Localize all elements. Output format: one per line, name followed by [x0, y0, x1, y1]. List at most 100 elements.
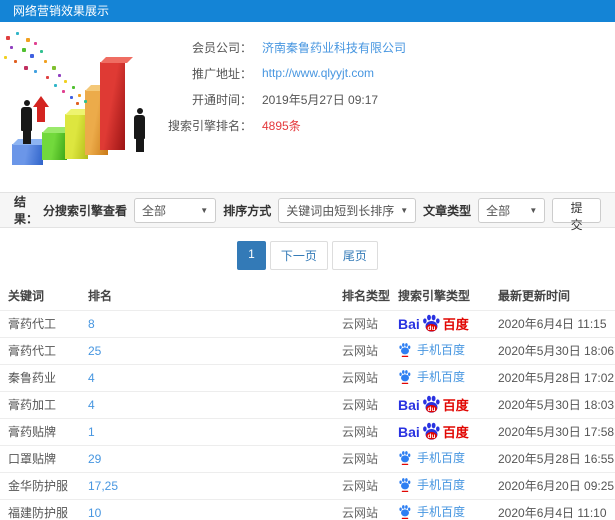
pagination-next[interactable]: 下一页: [269, 241, 328, 270]
updated-time-text: 2020年5月28日 17:02: [498, 371, 615, 385]
baidu-logo-bai-text: Bai: [398, 315, 420, 332]
table-row: 福建防护服 10 云网站 手机百度 2020年6月4日 11:10: [0, 498, 615, 520]
table-row: 口罩贴牌 29 云网站 手机百度 2020年5月28日 16:55: [0, 444, 615, 472]
businessman-figure: [20, 100, 33, 144]
rank-type-cell: 云网站: [342, 498, 398, 520]
engine-cell: 手机百度: [398, 471, 498, 499]
promo-url-link[interactable]: http://www.qlyyjt.com: [262, 66, 374, 80]
engine-rank-count: 4895条: [262, 118, 301, 133]
rank-link[interactable]: 8: [88, 317, 95, 331]
engine-filter-select[interactable]: 全部 ▼: [133, 197, 217, 223]
engine-cell: Bai du 百度: [398, 417, 498, 445]
info-row: 搜索引擎排名： 4895条: [160, 112, 615, 138]
pagination: 1 下一页 尾页: [0, 241, 615, 270]
confetti-dot: [14, 60, 17, 63]
keyword-text: 秦鲁药业: [8, 371, 57, 385]
figure-head: [23, 100, 30, 106]
updated-time-text: 2020年5月30日 18:03: [498, 398, 615, 412]
results-table: 关键词 排名 排名类型 搜索引擎类型 最新更新时间 膏药代工 8 云网站 Bai du 百…: [0, 282, 615, 520]
confetti-dot: [34, 70, 37, 73]
rank-cell: 10: [88, 498, 342, 520]
businessman-figure: [133, 108, 146, 152]
col-rank: 排名: [88, 289, 113, 304]
sort-select[interactable]: 关键词由短到长排序 ▼: [278, 197, 417, 223]
baidu-mobile-label: 手机百度: [417, 477, 466, 492]
chevron-down-icon: ▼: [400, 205, 409, 215]
rank-link[interactable]: 17,25: [88, 479, 118, 493]
red-up-arrow: [33, 96, 49, 122]
rank-link[interactable]: 1: [88, 425, 95, 439]
company-info-list: 会员公司： 济南秦鲁药业科技有限公司推广地址： http://www.qlyyjt.…: [160, 22, 615, 192]
col-engine-type: 搜索引擎类型: [398, 289, 471, 304]
confetti-dot: [84, 100, 87, 103]
info-label: 开通时间：: [191, 92, 252, 107]
info-label: 会员公司：: [191, 40, 252, 55]
keyword-text: 金华防护服: [8, 479, 69, 493]
keyword-text: 膏药代工: [8, 317, 57, 331]
updated-time-text: 2020年6月4日 11:15: [498, 317, 607, 331]
article-type-select[interactable]: 全部 ▼: [478, 197, 546, 223]
rank-link[interactable]: 4: [88, 371, 95, 385]
table-row: 膏药代工 8 云网站 Bai du 百度 2020年6月4日 11:15: [0, 309, 615, 337]
svg-text:du: du: [427, 325, 435, 332]
rank-type-text: 云网站: [342, 425, 379, 439]
pagination-page-1[interactable]: 1: [237, 241, 266, 270]
article-type-label: 文章类型: [423, 203, 472, 218]
rank-link[interactable]: 29: [88, 452, 101, 466]
table-row: 膏药代工 25 云网站 手机百度 2020年5月30日 18:06: [0, 336, 615, 364]
engine-cell: Bai du 百度: [398, 309, 498, 337]
confetti-dot: [78, 94, 81, 97]
updated-cell: 2020年6月4日 11:15: [498, 309, 615, 337]
rank-link[interactable]: 4: [88, 398, 95, 412]
keyword-cell: 膏药贴牌: [0, 417, 88, 445]
keyword-text: 膏药代工: [8, 344, 57, 358]
rank-type-text: 云网站: [342, 479, 379, 493]
rank-type-text: 云网站: [342, 452, 379, 466]
updated-cell: 2020年6月20日 09:25: [498, 471, 615, 499]
keyword-text: 口罩贴牌: [8, 452, 57, 466]
confetti-dot: [72, 86, 75, 89]
rank-type-text: 云网站: [342, 371, 379, 385]
updated-cell: 2020年6月4日 11:10: [498, 498, 615, 520]
rank-cell: 8: [88, 309, 342, 337]
figure-torso: [134, 115, 145, 139]
member-company-link[interactable]: 济南秦鲁药业科技有限公司: [262, 39, 406, 56]
rank-type-cell: 云网站: [342, 363, 398, 391]
confetti-dot: [26, 38, 30, 42]
keyword-text: 膏药贴牌: [8, 425, 57, 439]
baidu-paw-icon: du: [422, 314, 440, 332]
rank-link[interactable]: 25: [88, 344, 101, 358]
updated-cell: 2020年5月30日 18:03: [498, 390, 615, 418]
rank-type-text: 云网站: [342, 398, 379, 412]
pagination-last[interactable]: 尾页: [331, 241, 378, 270]
figure-torso: [21, 107, 32, 131]
article-type-value: 全部: [486, 203, 511, 218]
rank-type-text: 云网站: [342, 317, 379, 331]
info-label: 搜索引擎排名：: [167, 118, 252, 133]
confetti-dot: [4, 56, 7, 59]
confetti-dot: [44, 60, 47, 63]
baidu-mobile-label: 手机百度: [417, 504, 466, 519]
rank-link[interactable]: 10: [88, 506, 101, 520]
engine-filter-label: 分搜索引擎查看: [42, 203, 127, 218]
col-updated: 最新更新时间: [498, 289, 571, 304]
col-rank-type: 排名类型: [342, 289, 391, 304]
open-time-value: 2019年5月27日 09:17: [262, 92, 379, 107]
chart-bar: [100, 57, 133, 150]
engine-cell: 手机百度: [398, 336, 498, 364]
engine-cell: 手机百度: [398, 363, 498, 391]
baidu-paw-icon: du: [422, 395, 440, 413]
keyword-cell: 金华防护服: [0, 471, 88, 499]
baidu-mobile-paw-icon: [399, 369, 411, 384]
rank-cell: 25: [88, 336, 342, 364]
baidu-logo-bai-text: Bai: [398, 396, 420, 413]
rank-type-cell: 云网站: [342, 336, 398, 364]
rank-type-cell: 云网站: [342, 471, 398, 499]
confetti-dot: [16, 32, 19, 35]
chevron-down-icon: ▼: [529, 205, 538, 215]
keyword-cell: 膏药代工: [0, 336, 88, 364]
updated-cell: 2020年5月30日 17:58: [498, 417, 615, 445]
submit-button[interactable]: 提交: [552, 197, 602, 232]
info-row: 推广地址： http://www.qlyyjt.com: [160, 60, 615, 86]
rank-cell: 4: [88, 363, 342, 391]
